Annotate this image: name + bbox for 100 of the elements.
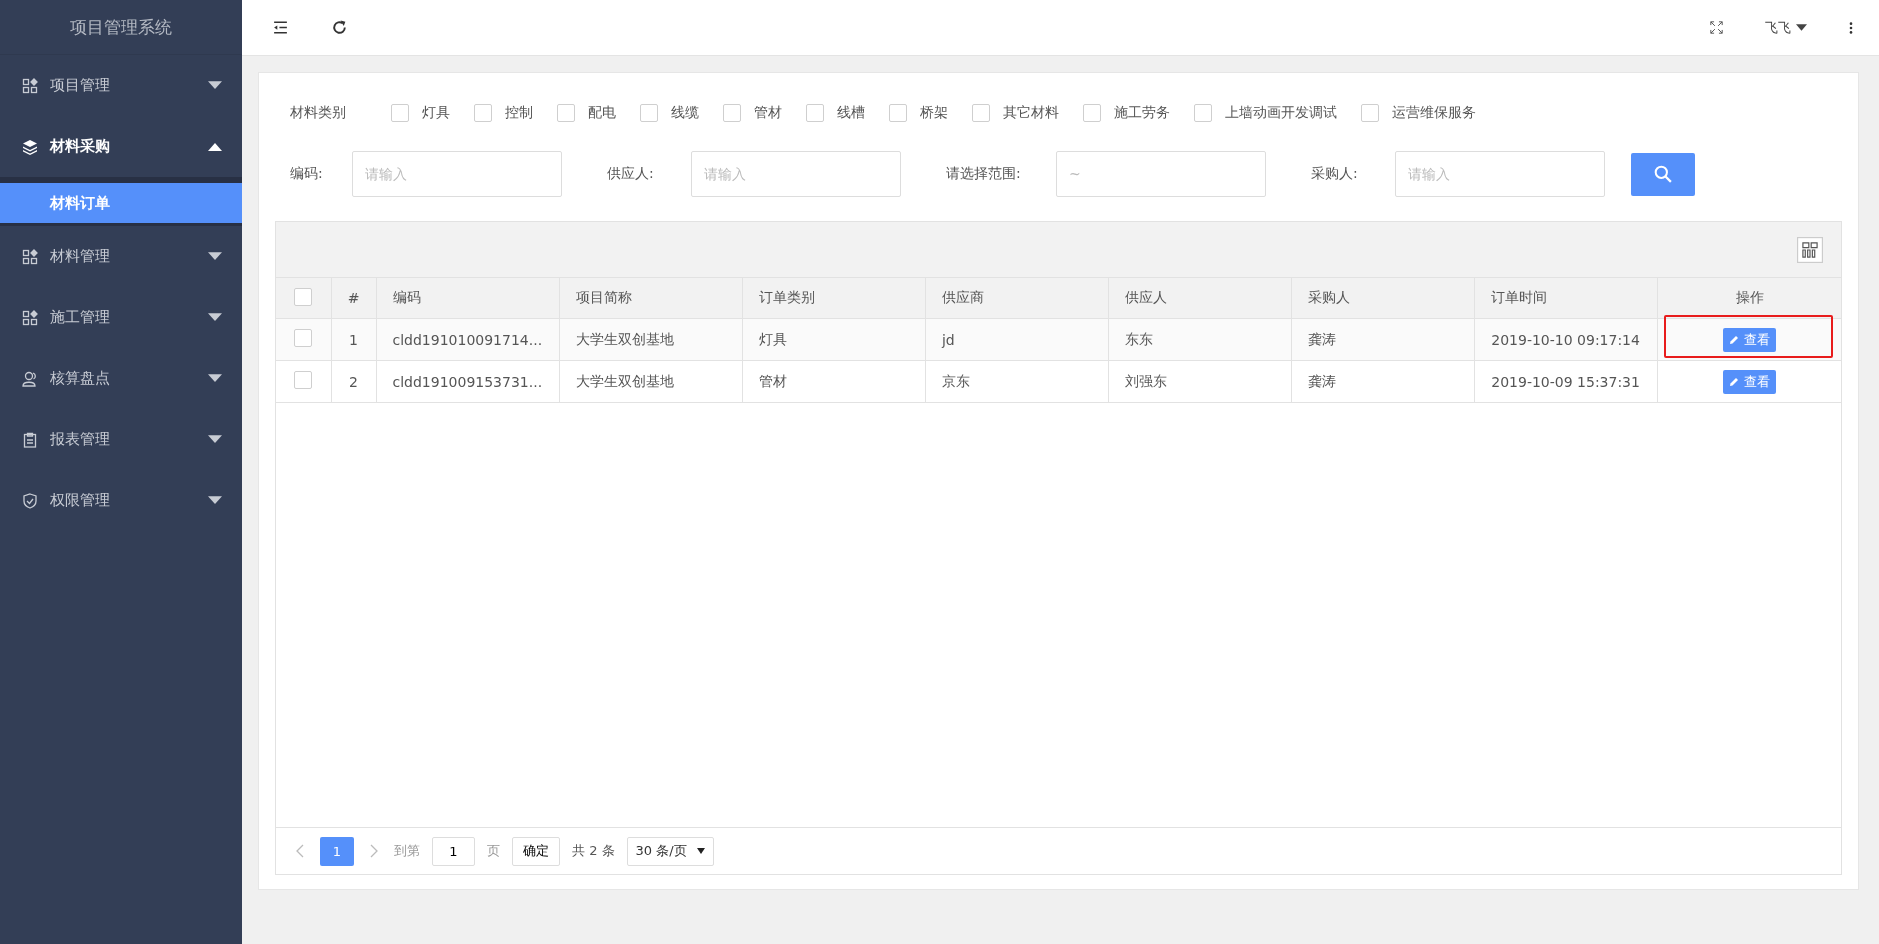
table-cell: 1 xyxy=(349,331,358,348)
checkbox-label: 施工劳务 xyxy=(1114,104,1170,122)
menu-item[interactable]: 材料管理 xyxy=(0,226,242,287)
column-header: 编码 xyxy=(392,289,421,305)
column-header: 订单类别 xyxy=(758,289,815,305)
table-cell: 龚涛 xyxy=(1308,372,1337,389)
table-cell: 管材 xyxy=(758,372,787,389)
checkbox[interactable] xyxy=(294,287,313,306)
input-field[interactable]: 请输入 xyxy=(352,151,562,197)
table-cell: 大学生双创基地 xyxy=(575,330,674,347)
checkbox[interactable] xyxy=(1361,104,1379,122)
grid-icon xyxy=(22,309,38,326)
menu-item[interactable]: 项目管理 xyxy=(0,55,242,116)
grid-icon xyxy=(22,77,38,94)
checkbox[interactable] xyxy=(806,104,824,122)
table-cell: 2019-10-09 15:37:31 xyxy=(1491,373,1640,390)
checkbox[interactable] xyxy=(889,104,907,122)
columns-icon[interactable] xyxy=(1797,236,1823,263)
table-cell: 龚涛 xyxy=(1308,330,1337,347)
search-icon xyxy=(1654,165,1672,183)
column-header: 订单时间 xyxy=(1491,289,1548,305)
next-page-icon[interactable] xyxy=(370,844,378,858)
checkbox[interactable] xyxy=(474,104,492,122)
caret-icon xyxy=(208,81,222,90)
caret-icon xyxy=(696,848,705,854)
caret-icon xyxy=(208,374,222,383)
menu-icon[interactable] xyxy=(272,19,289,36)
checkbox[interactable] xyxy=(391,104,409,122)
page-input[interactable]: 1 xyxy=(432,836,475,866)
checkbox[interactable] xyxy=(1083,104,1101,122)
checkbox-label: 控制 xyxy=(505,104,533,122)
caret-icon xyxy=(208,252,222,261)
column-header: 采购人 xyxy=(1308,289,1351,305)
checkbox-label: 其它材料 xyxy=(1003,104,1059,122)
user-icon xyxy=(22,370,38,387)
field-label: 采购人: xyxy=(1311,165,1359,183)
refresh-icon[interactable] xyxy=(331,19,348,36)
table-cell: cldd191009153731... xyxy=(392,373,543,390)
column-header: # xyxy=(347,290,360,306)
confirm-button[interactable]: 确定 xyxy=(512,836,560,866)
input-field[interactable]: 请输入 xyxy=(691,151,901,197)
table-cell: 灯具 xyxy=(758,330,787,347)
caret-icon xyxy=(208,496,222,505)
user-menu[interactable]: 飞飞 xyxy=(1765,18,1807,37)
menu-item[interactable]: 核算盘点 xyxy=(0,348,242,409)
table-cell: 大学生双创基地 xyxy=(575,372,674,389)
checkbox[interactable] xyxy=(557,104,575,122)
more-icon[interactable] xyxy=(1849,20,1853,35)
layers-icon xyxy=(22,138,38,155)
search-button[interactable] xyxy=(1631,152,1695,196)
goto-label: 到第 xyxy=(394,842,420,860)
previous-page-icon[interactable] xyxy=(296,844,304,858)
column-header: 项目简称 xyxy=(575,289,632,305)
table-cell: 京东 xyxy=(941,372,970,389)
column-header: 供应人 xyxy=(1125,289,1167,305)
checkbox-label: 桥架 xyxy=(920,104,948,122)
checkbox-label: 配电 xyxy=(588,104,616,122)
filter-label: 材料类别 xyxy=(290,104,346,122)
pencil-icon xyxy=(1729,334,1740,345)
checkbox[interactable] xyxy=(294,371,313,389)
checkbox[interactable] xyxy=(723,104,741,122)
caret-icon xyxy=(208,313,222,322)
menu-item[interactable]: 权限管理 xyxy=(0,470,242,531)
shield-icon xyxy=(22,492,38,509)
table-cell: jd xyxy=(941,331,955,348)
table-cell: 2 xyxy=(349,373,358,390)
page-unit: 页 xyxy=(487,842,500,860)
table-cell: 东东 xyxy=(1125,330,1153,347)
fullscreen-icon[interactable] xyxy=(1710,21,1723,34)
table-cell: 2019-10-10 09:17:14 xyxy=(1491,331,1640,348)
field-label: 编码: xyxy=(290,165,324,183)
clipboard-icon xyxy=(22,431,38,448)
pencil-icon xyxy=(1729,376,1740,387)
checkbox[interactable] xyxy=(972,104,990,122)
column-header: 操作 xyxy=(1735,289,1764,305)
checkbox-label: 线缆 xyxy=(671,104,699,122)
total-count: 共 2 条 xyxy=(572,842,615,860)
table-cell: 刘强东 xyxy=(1125,372,1167,389)
field-label: 供应人: xyxy=(607,165,655,183)
column-header: 供应商 xyxy=(941,289,984,305)
checkbox-label: 线槽 xyxy=(837,104,865,122)
checkbox[interactable] xyxy=(640,104,658,122)
input-field[interactable]: 请输入 xyxy=(1395,151,1605,197)
page-size-select[interactable]: 30 条/页 xyxy=(626,836,714,866)
input-field[interactable]: ~ xyxy=(1056,151,1266,197)
checkbox-label: 上墙动画开发调试 xyxy=(1225,104,1337,122)
checkbox-label: 灯具 xyxy=(422,104,450,122)
caret-icon xyxy=(208,142,222,151)
caret-icon xyxy=(208,435,222,444)
menu-item[interactable]: 报表管理 xyxy=(0,409,242,470)
checkbox-label: 运营维保服务 xyxy=(1392,104,1476,122)
field-label: 请选择范围: xyxy=(946,165,1022,183)
grid-icon xyxy=(22,248,38,265)
caret-icon xyxy=(1796,24,1807,31)
table-cell: cldd191010091714... xyxy=(392,331,543,348)
checkbox-label: 管材 xyxy=(754,104,782,122)
menu-item[interactable]: 施工管理 xyxy=(0,287,242,348)
checkbox[interactable] xyxy=(1194,104,1212,122)
checkbox[interactable] xyxy=(294,329,313,347)
menu-item[interactable]: 材料采购 xyxy=(0,116,242,177)
